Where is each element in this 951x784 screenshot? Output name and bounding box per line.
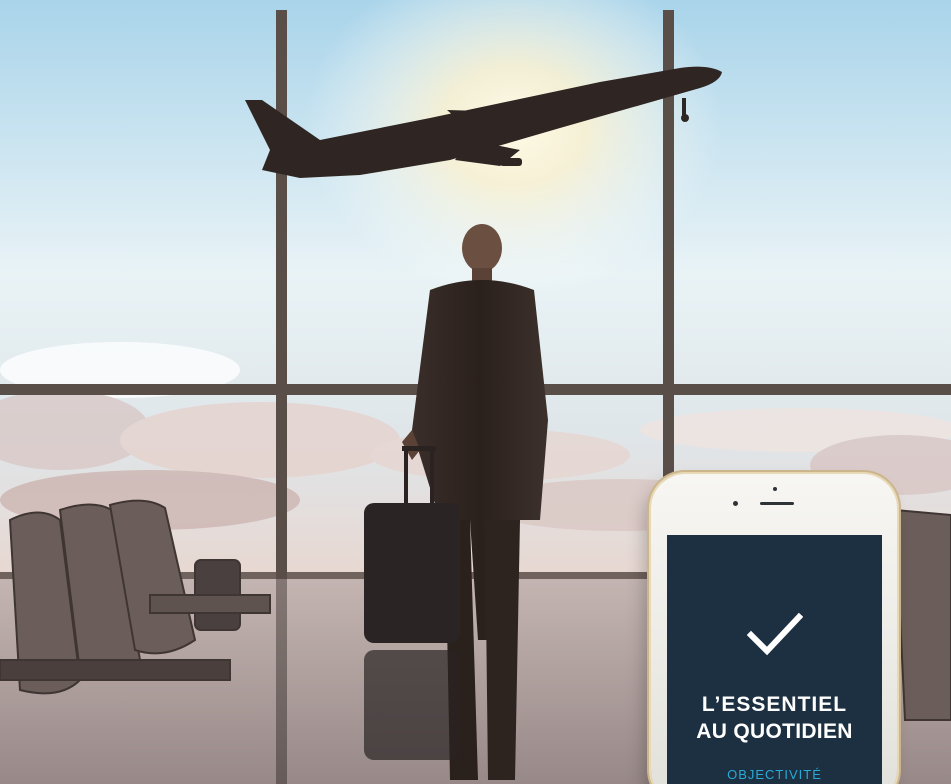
earpiece-speaker <box>760 502 794 505</box>
seats-right <box>893 508 951 721</box>
front-camera <box>773 487 777 491</box>
check-icon <box>747 612 803 656</box>
headline-line-2: AU QUOTIDIEN <box>696 720 853 743</box>
phone-screen: L’ESSENTIEL AU QUOTIDIEN OBJECTIVITÉ <box>667 535 882 784</box>
tagline: OBJECTIVITÉ <box>727 767 822 782</box>
airport-scene: L’ESSENTIEL AU QUOTIDIEN OBJECTIVITÉ <box>0 0 951 784</box>
smartphone: L’ESSENTIEL AU QUOTIDIEN OBJECTIVITÉ <box>651 474 897 784</box>
proximity-sensor <box>733 501 738 506</box>
headline-line-1: L’ESSENTIEL <box>701 693 848 716</box>
